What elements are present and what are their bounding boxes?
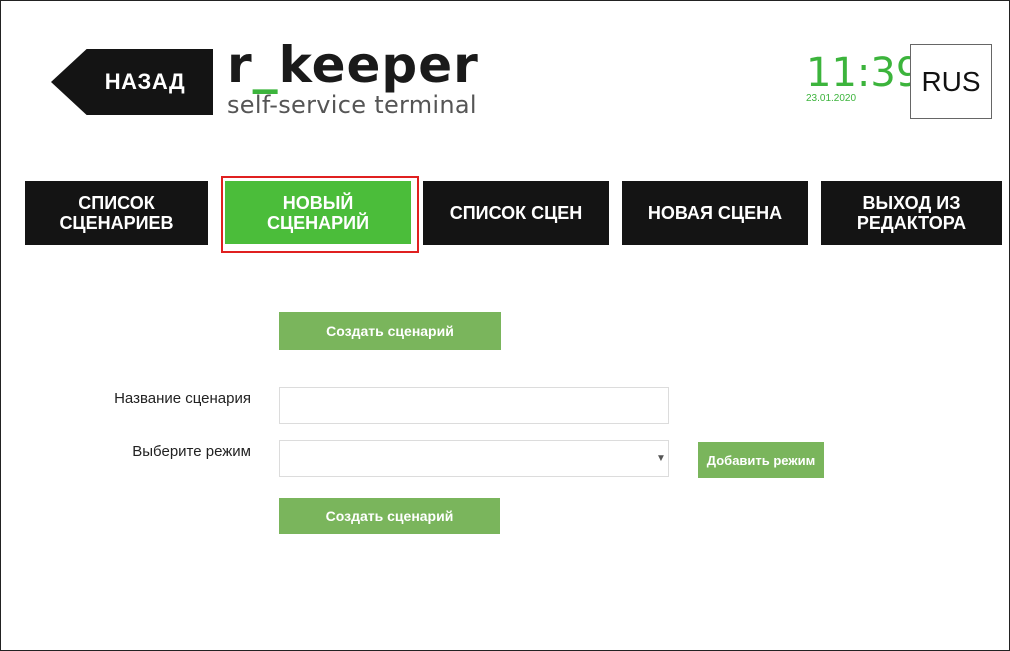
tab-scene-list[interactable]: СПИСОК СЦЕН — [423, 181, 609, 245]
scenario-name-input[interactable] — [279, 387, 669, 424]
logo-subtitle: self-service terminal — [227, 91, 477, 119]
clock-time: 11:39 — [806, 50, 922, 96]
mode-select-label: Выберите режим — [132, 443, 251, 460]
tab-scenario-list[interactable]: СПИСОК СЦЕНАРИЕВ — [25, 181, 208, 245]
create-scenario-button-bottom[interactable]: Создать сценарий — [279, 498, 500, 534]
clock: 11:39 23.01.2020 — [806, 51, 921, 105]
scenario-name-label: Название сценария — [114, 390, 251, 407]
tab-new-scene[interactable]: НОВАЯ СЦЕНА — [622, 181, 808, 245]
language-button[interactable]: RUS — [910, 44, 992, 119]
tab-exit-editor[interactable]: ВЫХОД ИЗ РЕДАКТОРА — [821, 181, 1002, 245]
chevron-down-icon: ▼ — [656, 453, 666, 464]
add-mode-button[interactable]: Добавить режим — [698, 442, 824, 478]
logo-wordmark: r_keeper — [227, 36, 479, 94]
app-frame: НАЗАД r_keeper self-service terminal 11:… — [0, 0, 1010, 651]
back-button[interactable]: НАЗАД — [51, 49, 213, 115]
create-scenario-button-top[interactable]: Создать сценарий — [279, 312, 501, 350]
back-button-label: НАЗАД — [104, 69, 186, 94]
tab-new-scenario[interactable]: НОВЫЙ СЦЕНАРИЙ — [225, 181, 411, 244]
mode-select[interactable] — [279, 440, 669, 477]
logo: r_keeper self-service terminal — [227, 37, 479, 119]
